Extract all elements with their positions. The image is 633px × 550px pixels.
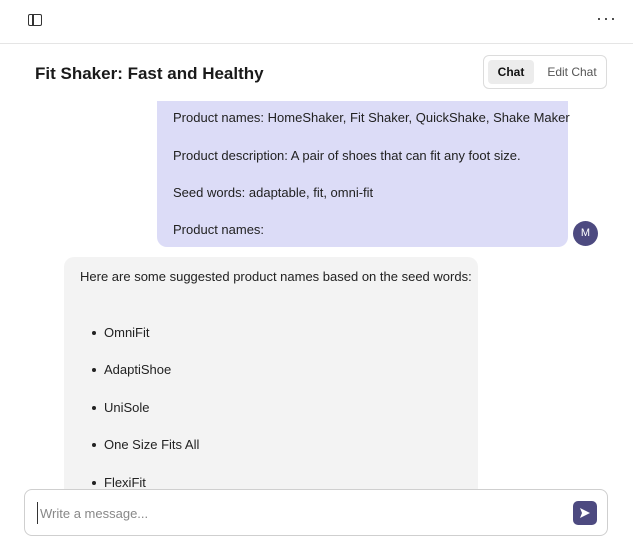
user-message-line: Product names: bbox=[173, 222, 265, 237]
more-horizontal-icon[interactable]: ··· bbox=[596, 8, 617, 28]
page-title: Fit Shaker: Fast and Healthy bbox=[35, 64, 264, 83]
list-item: UniSole bbox=[92, 400, 150, 415]
message-input[interactable] bbox=[37, 502, 537, 524]
send-icon[interactable] bbox=[573, 501, 597, 525]
sidebar-panel-icon[interactable] bbox=[28, 14, 42, 26]
top-bar: ··· bbox=[0, 0, 633, 44]
user-message-line: Seed words: adaptable, fit, omni-fit bbox=[173, 185, 374, 200]
bullet-icon bbox=[92, 330, 96, 335]
list-item-label: OmniFit bbox=[104, 325, 150, 340]
bullet-icon bbox=[92, 442, 96, 447]
list-item: AdaptiShoe bbox=[92, 362, 171, 377]
bullet-icon bbox=[92, 405, 96, 410]
user-message-line: Product names: HomeShaker, Fit Shaker, Q… bbox=[173, 110, 570, 125]
message-composer bbox=[24, 489, 608, 536]
tab-chat[interactable]: Chat bbox=[488, 60, 534, 84]
assistant-message-bubble: Here are some suggested product names ba… bbox=[64, 257, 478, 507]
bullet-icon bbox=[92, 480, 96, 485]
list-item: OmniFit bbox=[92, 325, 150, 340]
list-item-label: One Size Fits All bbox=[104, 437, 200, 452]
user-message-line: Product description: A pair of shoes tha… bbox=[173, 148, 521, 163]
list-item-label: FlexiFit bbox=[104, 475, 146, 490]
list-item: FlexiFit bbox=[92, 475, 146, 490]
footer-fade bbox=[440, 541, 600, 547]
user-message-bubble: Product names: HomeShaker, Fit Shaker, Q… bbox=[157, 101, 570, 247]
assistant-message-intro: Here are some suggested product names ba… bbox=[80, 269, 472, 284]
list-item-label: AdaptiShoe bbox=[104, 362, 172, 377]
mode-toggle: Chat Edit Chat bbox=[483, 55, 607, 89]
chat-header: Fit Shaker: Fast and Healthy Chat Edit C… bbox=[0, 45, 633, 101]
tab-edit-chat[interactable]: Edit Chat bbox=[540, 60, 604, 84]
avatar: M bbox=[573, 221, 598, 246]
bullet-icon bbox=[92, 367, 96, 372]
list-item-label: UniSole bbox=[104, 400, 150, 415]
list-item: One Size Fits All bbox=[92, 437, 199, 452]
